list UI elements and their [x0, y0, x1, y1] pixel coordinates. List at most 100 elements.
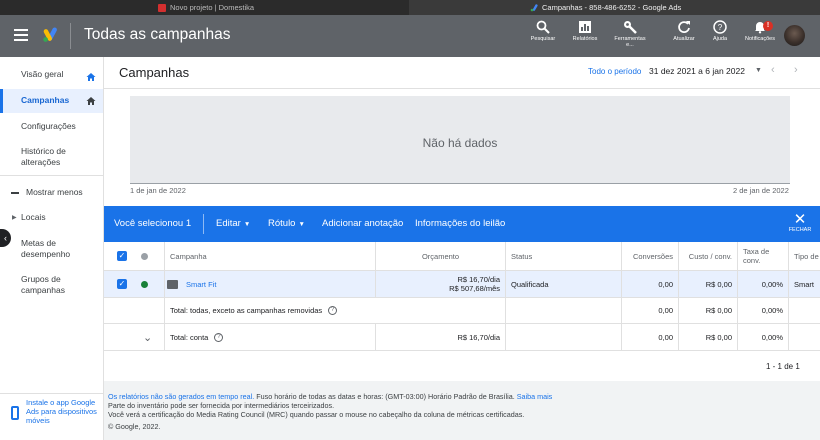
table-row-conv-rate-cell: 0,00% — [738, 271, 789, 297]
learn-more-link[interactable]: Saiba mais — [517, 392, 553, 401]
total-filtered-row-status-cell — [506, 298, 622, 323]
install-app-promo[interactable]: Instale o app Google Ads para dispositiv… — [0, 393, 103, 440]
table-header-row-conv-rate-cell[interactable]: Taxa de conv. — [738, 242, 789, 270]
browser-tab-label: Novo projeto | Domestika — [170, 3, 255, 12]
browser-tab-strip: Novo projeto | Domestika Campanhas - 858… — [0, 0, 820, 15]
status-dot-icon — [141, 252, 148, 260]
selection-action-bar: Você selecionou 1 Editar ▼ Rótulo ▼ Adicio… — [104, 206, 820, 242]
column-header-campaign-type: Tipo de campanha — [794, 251, 820, 261]
total-filtered-row: Total: todas, exceto as campanhas removi… — [104, 298, 820, 324]
table-header-row-cost-conv-cell[interactable]: Custo / conv. — [679, 242, 738, 270]
notifications-button-label: Notificações — [745, 36, 775, 42]
total-filtered-label: Total: todas, exceto as campanhas removi… — [170, 306, 323, 315]
column-header-campaign: Campanha — [170, 251, 207, 261]
reports-button-label: Relatórios — [572, 36, 598, 42]
status-dot-icon[interactable] — [141, 280, 148, 288]
sidebar-item-label: Grupos de campanhas — [21, 274, 65, 295]
realtime-reports-link[interactable]: Os relatórios não são gerados em tempo r… — [108, 392, 254, 401]
reports-icon — [579, 21, 591, 33]
search-button-label: Pesquisar — [530, 36, 556, 42]
table-header-row-conversions-cell[interactable]: Conversões — [622, 242, 679, 270]
select-all-checkbox[interactable]: ✓ — [104, 242, 136, 270]
refresh-button[interactable]: Atualizar — [666, 20, 702, 42]
edit-dropdown[interactable]: Editar ▼ — [216, 218, 250, 229]
total-account-conversions-value: 0,00 — [658, 332, 673, 342]
selection-bar-divider — [203, 214, 204, 234]
chart-area: Não há dados — [130, 96, 790, 184]
row-checkbox[interactable]: ✓ — [104, 271, 136, 297]
chevron-down-icon[interactable]: ⌄ — [143, 331, 152, 344]
sidebar-item-label: Campanhas — [21, 95, 70, 105]
next-period-icon[interactable]: › — [794, 64, 798, 76]
close-icon: ✕ — [793, 211, 807, 228]
refresh-button-label: Atualizar — [673, 36, 695, 42]
table-header-row: ✓ Campanha Orçamento Status Conversões Custo … — [104, 242, 820, 271]
total-account-row-budget-cell: R$ 16,70/dia — [376, 324, 506, 350]
table-header-row-campaign-cell[interactable]: Campanha — [165, 242, 376, 270]
sidebar-item-campaign-groups[interactable]: Grupos de campanhas — [0, 274, 90, 296]
help-icon[interactable]: ? — [214, 332, 224, 342]
notifications-button[interactable]: ! Notificações — [742, 20, 778, 42]
sidebar-item-label: Locais — [21, 212, 46, 222]
tools-button[interactable]: Ferramentas e... — [612, 20, 648, 48]
page-title: Todas as campanhas — [84, 26, 231, 43]
page-header: Campanhas Todo o período 31 dez 2021 a 6… — [104, 57, 820, 89]
total-account-row-conversions-cell: 0,00 — [622, 324, 679, 350]
notification-badge: ! — [763, 21, 773, 31]
date-range-dropdown-icon[interactable]: ▼ — [755, 67, 762, 74]
previous-period-icon[interactable]: ‹ — [771, 64, 775, 76]
sidebar-divider — [0, 175, 103, 176]
close-label: FECHAR — [788, 227, 812, 233]
close-selection-button[interactable]: ✕ FECHAR — [788, 212, 812, 233]
table-row-campaign-type-cell: Smart — [789, 271, 820, 297]
sidebar-item-settings[interactable]: Configurações — [0, 121, 103, 132]
help-button-label: Ajuda — [712, 36, 728, 42]
performance-chart: Não há dados 1 de jan de 2022 2 de jan d… — [104, 89, 820, 206]
hamburger-menu-icon[interactable] — [14, 29, 28, 41]
browser-tab-label: Campanhas - 858-486-6252 - Google Ads — [542, 3, 682, 12]
show-less-toggle[interactable]: Mostrar menos — [0, 187, 103, 198]
campaign-name-link[interactable]: Smart Fit — [186, 280, 216, 289]
auction-insights-button[interactable]: Informações do leilão — [415, 218, 505, 229]
sidebar-item-overview[interactable]: Visão geral — [0, 69, 103, 81]
total-filtered-row-conversions-cell: 0,00 — [622, 298, 679, 323]
label-dropdown[interactable]: Rótulo ▼ — [268, 218, 305, 229]
reports-button[interactable]: Relatórios — [567, 20, 603, 42]
total-account-label: Total: conta — [170, 332, 209, 342]
avatar[interactable] — [784, 25, 805, 46]
pagination-info: 1 - 1 de 1 — [766, 362, 800, 371]
sidebar-item-campaigns[interactable]: Campanhas — [0, 89, 103, 113]
sidebar-item-change-history[interactable]: Histórico de alterações — [0, 146, 90, 168]
table-row-cost-conv-cell: R$ 0,00 — [679, 271, 738, 297]
table-header-row-dot-cell — [136, 242, 165, 270]
google-ads-logo-icon — [43, 27, 57, 42]
help-button[interactable]: ? Ajuda — [702, 20, 738, 42]
browser-tab-google-ads[interactable]: Campanhas - 858-486-6252 - Google Ads — [409, 0, 820, 15]
add-note-button[interactable]: Adicionar anotação — [322, 218, 403, 229]
sidebar-item-locations[interactable]: ▶ Locais — [0, 212, 103, 223]
total-conversions-value: 0,00 — [658, 306, 673, 315]
sidebar-item-performance-goals[interactable]: Metas de desempenho — [0, 238, 90, 260]
table-header-row-status-cell[interactable]: Status — [506, 242, 622, 270]
table-row-budget-cell: R$ 16,70/dia R$ 507,68/mês — [376, 271, 506, 297]
chevron-down-icon: ▼ — [298, 221, 305, 228]
table-header-row-budget-cell[interactable]: Orçamento — [376, 242, 506, 270]
campaign-type-value: Smart — [794, 279, 815, 289]
conversion-rate-value: 0,00% — [761, 279, 783, 289]
header-divider — [70, 23, 71, 49]
home-icon — [86, 97, 96, 105]
svg-text:?: ? — [718, 23, 723, 32]
install-app-link[interactable]: Instale o app Google Ads para dispositiv… — [26, 398, 98, 425]
table-row-dot-cell — [136, 271, 165, 297]
table-header-row-campaign-type-cell[interactable]: Tipo de campanha — [789, 242, 820, 270]
date-range-value[interactable]: 31 dez 2021 a 6 jan 2022 — [649, 66, 745, 76]
cost-per-conversion-value: R$ 0,00 — [705, 279, 732, 289]
browser-tab-domestika[interactable]: Novo projeto | Domestika — [0, 0, 409, 15]
check-icon: ✓ — [117, 279, 127, 289]
search-button[interactable]: Pesquisar — [525, 20, 561, 42]
date-range-label[interactable]: Todo o período — [588, 67, 641, 76]
total-account-row-dot-cell: ⌄ — [136, 324, 165, 350]
help-icon[interactable]: ? — [328, 306, 338, 315]
smart-campaign-icon — [167, 279, 178, 289]
column-header-status: Status — [511, 251, 533, 261]
